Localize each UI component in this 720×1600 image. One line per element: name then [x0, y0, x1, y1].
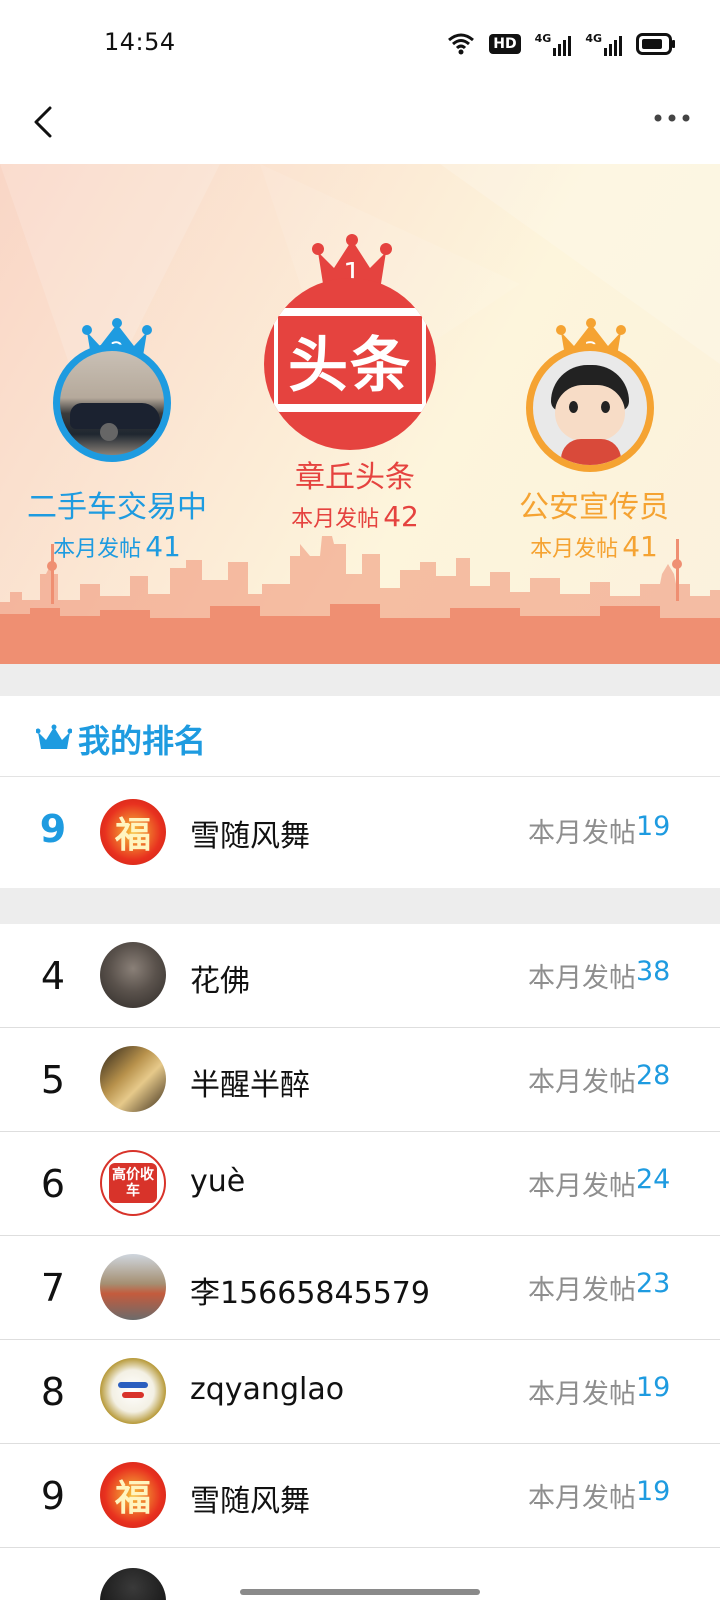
- podium-count-1: 本月发帖 42: [291, 500, 419, 533]
- crown-icon: [36, 724, 72, 749]
- avatar-rank-3: [526, 344, 654, 472]
- avatar: 高价收车: [100, 1150, 166, 1216]
- post-count: 38: [636, 956, 671, 987]
- wifi-icon: [448, 33, 475, 55]
- my-count-label: 本月发帖: [528, 818, 636, 849]
- my-username: 雪随风舞: [190, 819, 310, 854]
- list-item[interactable]: 6 高价收车 yuè 本月发帖 24: [0, 1132, 720, 1236]
- podium-rank-3[interactable]: 3: [526, 314, 664, 472]
- count-label: 本月发帖: [528, 1275, 636, 1306]
- my-rank-number: 9: [39, 807, 67, 851]
- signal-icon: 4G: [535, 32, 572, 56]
- podium-rank-1[interactable]: 1 头条: [264, 234, 440, 452]
- podium-info-rank-1: 章丘头条 本月发帖 42: [250, 452, 460, 533]
- my-rank-header: 我的排名: [0, 696, 720, 777]
- avatar: [100, 942, 166, 1008]
- my-rank-row[interactable]: 9 福 雪随风舞 本月发帖 19: [0, 777, 720, 888]
- rank-number: 9: [40, 1474, 66, 1518]
- battery-icon: [636, 33, 675, 55]
- section-divider: [0, 664, 720, 696]
- avatar: [100, 1046, 166, 1112]
- nav-bar: [0, 88, 720, 164]
- podium-count-2: 本月发帖 41: [53, 530, 181, 563]
- my-avatar: 福: [100, 799, 166, 865]
- avatar: [100, 1568, 166, 1600]
- podium-name-1: 章丘头条: [295, 460, 415, 495]
- my-count: 19: [636, 811, 671, 842]
- more-options-icon[interactable]: [652, 110, 692, 126]
- count-label: 本月发帖: [528, 963, 636, 994]
- podium-name-3: 公安宣传员: [519, 490, 669, 525]
- list-item[interactable]: 4 花佛 本月发帖 38: [0, 924, 720, 1028]
- avatar: [100, 1358, 166, 1424]
- back-arrow-icon[interactable]: [24, 100, 68, 144]
- username: zqyanglao: [190, 1372, 345, 1407]
- username: 雪随风舞: [190, 1484, 310, 1519]
- status-icons: HD 4G 4G: [447, 30, 676, 58]
- avatar-rank-2: [53, 344, 171, 462]
- avatar: 福: [100, 1462, 166, 1528]
- avatar: [100, 1254, 166, 1320]
- post-count: 28: [636, 1060, 671, 1091]
- podium-info-rank-3: 公安宣传员 本月发帖 41: [494, 482, 694, 563]
- podium-count-3: 本月发帖 41: [530, 530, 658, 563]
- username: yuè: [190, 1164, 246, 1199]
- username: 李15665845579: [190, 1276, 430, 1311]
- leaderboard-podium: 2 二手车交易中 本月发帖41 1 头条 章丘头条 本月发帖42: [0, 164, 720, 664]
- username: 花佛: [190, 964, 250, 999]
- section-divider-2: [0, 888, 720, 924]
- my-rank-title: 我的排名: [78, 722, 207, 760]
- rank-number: 4: [40, 954, 66, 998]
- list-item[interactable]: 5 半醒半醉 本月发帖 28: [0, 1028, 720, 1132]
- avatar-rank-1: 头条: [264, 278, 436, 450]
- status-bar: 14:54 HD 4G 4G: [0, 0, 720, 88]
- podium-name-2: 二手车交易中: [27, 490, 207, 525]
- podium-rank-2[interactable]: 2: [50, 314, 184, 470]
- post-count: 19: [636, 1476, 671, 1507]
- hd-icon: HD: [489, 34, 521, 54]
- list-item[interactable]: 9 福 雪随风舞 本月发帖 19: [0, 1444, 720, 1548]
- rank-number: 5: [40, 1058, 66, 1102]
- rank-number: 6: [40, 1162, 66, 1206]
- status-time: 14:54: [104, 28, 176, 56]
- list-item[interactable]: 8 zqyanglao 本月发帖 19: [0, 1340, 720, 1444]
- username: 半醒半醉: [190, 1068, 310, 1103]
- post-count: 24: [636, 1164, 671, 1195]
- rank-number: 7: [40, 1266, 66, 1310]
- rank-number: 8: [40, 1370, 66, 1414]
- logo-text-1: 头条: [288, 330, 412, 401]
- count-label: 本月发帖: [528, 1483, 636, 1514]
- count-label: 本月发帖: [528, 1171, 636, 1202]
- signal-icon-2: 4G: [585, 32, 622, 56]
- podium-info-rank-2: 二手车交易中 本月发帖 41: [12, 482, 222, 563]
- count-label: 本月发帖: [528, 1379, 636, 1410]
- post-count: 23: [636, 1268, 671, 1299]
- home-indicator[interactable]: [240, 1589, 480, 1595]
- post-count: 19: [636, 1372, 671, 1403]
- count-label: 本月发帖: [528, 1067, 636, 1098]
- list-item[interactable]: 7 李15665845579 本月发帖 23: [0, 1236, 720, 1340]
